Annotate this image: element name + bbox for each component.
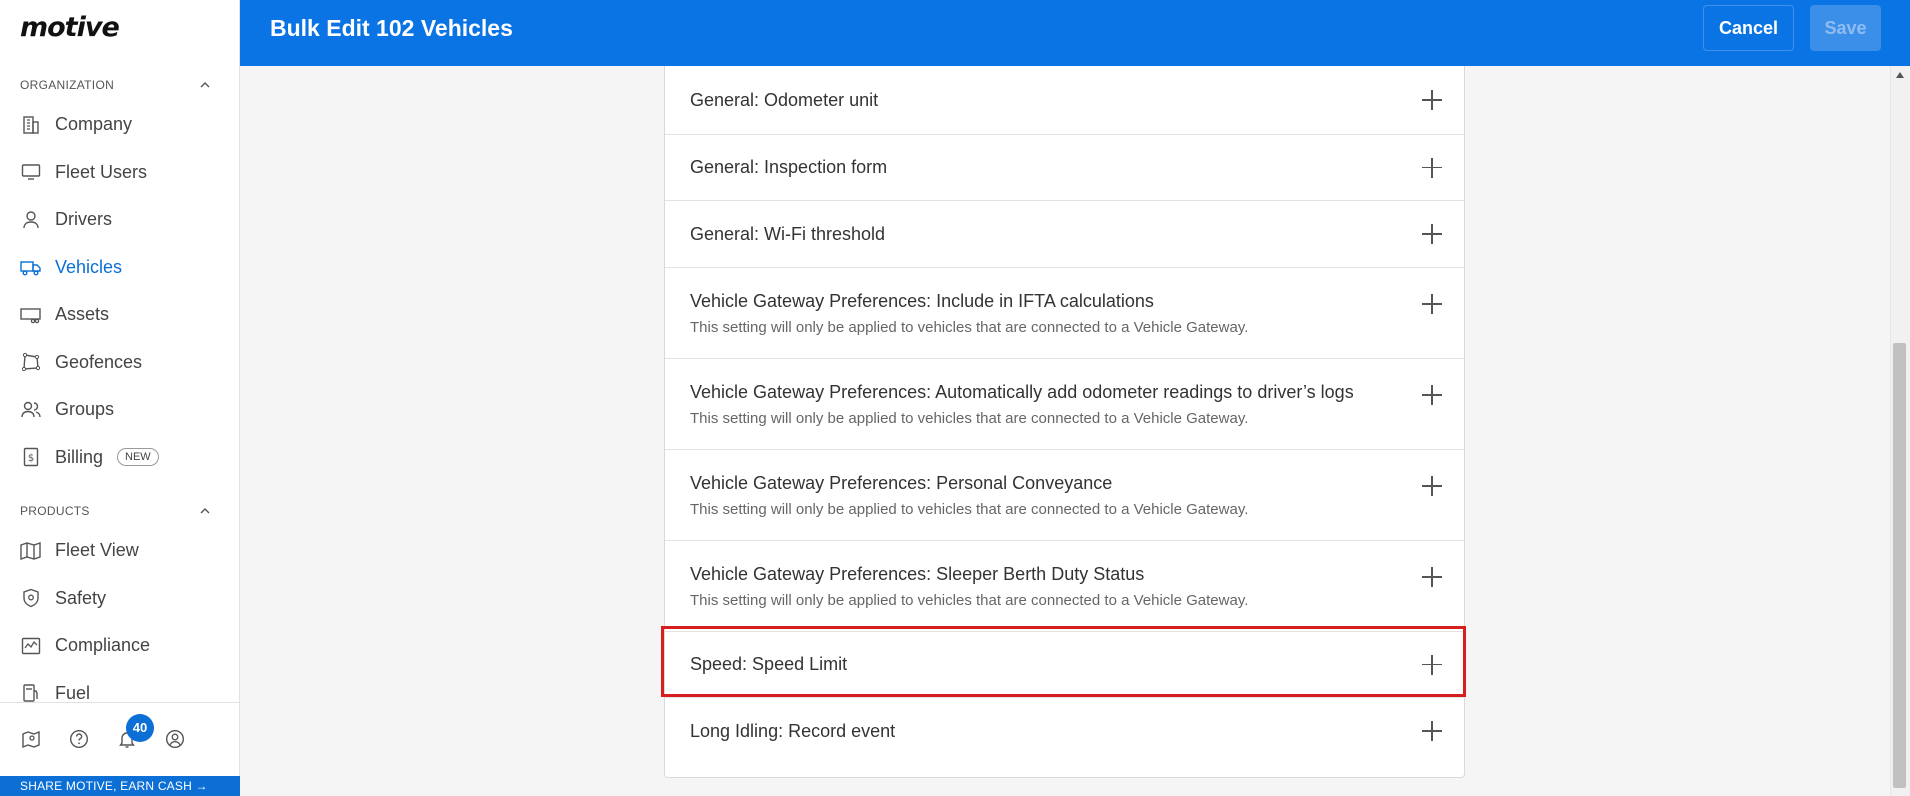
fuel-icon <box>20 682 42 702</box>
expand-plus-icon[interactable] <box>1422 90 1442 110</box>
setting-title: Vehicle Gateway Preferences: Personal Co… <box>690 472 1113 493</box>
setting-subtitle: This setting will only be applied to veh… <box>690 409 1249 427</box>
sidebar-item-geofences[interactable]: Geofences <box>0 339 240 387</box>
setting-row-odometer-unit[interactable]: General: Odometer unit <box>665 66 1464 135</box>
sidebar-item-label: Safety <box>55 587 107 608</box>
shield-icon <box>20 587 42 609</box>
sidebar-item-drivers[interactable]: Drivers <box>0 196 240 244</box>
expand-plus-icon[interactable] <box>1422 721 1442 741</box>
sidebar-item-label: Assets <box>55 304 110 325</box>
setting-title: Vehicle Gateway Preferences: Include in … <box>690 290 1154 311</box>
notification-count-badge: 40 <box>126 713 154 742</box>
sidebar-item-label: Drivers <box>55 209 112 230</box>
sidebar-item-compliance[interactable]: Compliance <box>0 622 240 670</box>
map-pin-icon[interactable] <box>20 728 42 750</box>
setting-row-ifta[interactable]: Vehicle Gateway Preferences: Include in … <box>665 268 1464 359</box>
users-icon <box>20 399 42 421</box>
sidebar-item-label: Compliance <box>55 635 151 656</box>
sidebar-item-label: Groups <box>55 399 115 420</box>
sidebar-footer: 40 <box>0 702 240 774</box>
user-icon <box>20 209 42 231</box>
sidebar-item-label: Vehicles <box>55 256 123 277</box>
sidebar-item-fuel[interactable]: Fuel <box>0 670 240 702</box>
chevron-up-icon <box>200 508 210 514</box>
bill-icon: $ <box>20 446 42 468</box>
setting-row-sleeper-berth[interactable]: Vehicle Gateway Preferences: Sleeper Ber… <box>665 541 1464 632</box>
new-badge: NEW <box>117 448 159 467</box>
svg-text:$: $ <box>28 453 34 464</box>
sidebar-item-label: Fleet View <box>55 540 139 561</box>
sidebar-item-vehicles[interactable]: Vehicles <box>0 244 240 292</box>
expand-plus-icon[interactable] <box>1422 476 1442 496</box>
sidebar-item-billing[interactable]: $ Billing NEW <box>0 434 240 482</box>
cancel-button[interactable]: Cancel <box>1703 5 1794 51</box>
organization-section-header[interactable]: ORGANIZATION <box>20 78 210 92</box>
setting-title: General: Wi-Fi threshold <box>690 223 886 244</box>
setting-row-odometer-readings[interactable]: Vehicle Gateway Preferences: Automatical… <box>665 359 1464 450</box>
sidebar-item-label: Billing <box>55 446 104 467</box>
sidebar-item-fleet-view[interactable]: Fleet View <box>0 527 240 575</box>
sidebar-item-groups[interactable]: Groups <box>0 386 240 434</box>
setting-subtitle: This setting will only be applied to veh… <box>690 500 1249 518</box>
help-icon[interactable] <box>68 728 90 750</box>
expand-plus-icon[interactable] <box>1422 294 1442 314</box>
setting-title: General: Inspection form <box>690 157 888 177</box>
sidebar-item-label: Geofences <box>55 351 143 372</box>
products-nav: Fleet View Safety Compliance Fuel <box>0 527 240 702</box>
setting-title: General: Odometer unit <box>690 89 879 110</box>
sidebar-item-label: Fleet Users <box>55 161 148 182</box>
sidebar-item-fleet-users[interactable]: Fleet Users <box>0 149 240 197</box>
bell-icon[interactable]: 40 <box>116 713 154 750</box>
setting-title: Long Idling: Record event <box>690 720 896 741</box>
expand-plus-icon[interactable] <box>1422 654 1442 675</box>
building-icon <box>20 114 42 136</box>
sidebar-item-label: Fuel <box>55 682 91 702</box>
setting-row-inspection-form[interactable]: General: Inspection form <box>665 135 1464 201</box>
chart-icon <box>20 635 42 657</box>
setting-row-wifi-threshold[interactable]: General: Wi-Fi threshold <box>665 201 1464 268</box>
expand-plus-icon[interactable] <box>1422 157 1442 178</box>
setting-row-long-idling[interactable]: Long Idling: Record event <box>665 698 1464 764</box>
sidebar-item-assets[interactable]: Assets <box>0 291 240 339</box>
truck-icon <box>20 256 42 278</box>
save-button[interactable]: Save <box>1810 5 1881 51</box>
account-icon[interactable] <box>164 728 186 750</box>
expand-plus-icon[interactable] <box>1422 385 1442 405</box>
setting-subtitle: This setting will only be applied to veh… <box>690 591 1249 609</box>
sidebar-item-safety[interactable]: Safety <box>0 575 240 623</box>
share-motive-banner[interactable]: SHARE MOTIVE, EARN CASH → <box>0 776 240 796</box>
expand-plus-icon[interactable] <box>1422 224 1442 244</box>
setting-row-personal-conveyance[interactable]: Vehicle Gateway Preferences: Personal Co… <box>665 450 1464 541</box>
trailer-icon <box>20 304 42 326</box>
monitor-icon <box>20 161 42 183</box>
bulk-edit-settings-panel: General: Odometer unit General: Inspecti… <box>664 66 1465 778</box>
setting-subtitle: This setting will only be applied to veh… <box>690 318 1249 336</box>
sidebar-item-company[interactable]: Company <box>0 101 240 149</box>
scrollbar-thumb[interactable] <box>1893 343 1906 788</box>
page-header: Bulk Edit 102 Vehicles <box>240 0 1910 66</box>
products-section-header[interactable]: PRODUCTS <box>20 504 210 518</box>
geofence-icon <box>20 351 42 373</box>
setting-title: Vehicle Gateway Preferences: Automatical… <box>690 381 1354 402</box>
motive-logo[interactable]: motive <box>20 12 120 43</box>
setting-title: Vehicle Gateway Preferences: Sleeper Ber… <box>690 563 1145 584</box>
chevron-up-icon <box>200 82 210 88</box>
sidebar: motive ORGANIZATION Company Fleet Users … <box>0 0 240 796</box>
expand-plus-icon[interactable] <box>1422 567 1442 587</box>
map-icon <box>20 540 42 562</box>
scroll-up-arrow-icon[interactable] <box>1896 72 1904 78</box>
sidebar-item-label: Company <box>55 114 133 135</box>
setting-row-speed-limit[interactable]: Speed: Speed Limit <box>665 632 1464 698</box>
setting-title: Speed: Speed Limit <box>690 654 848 674</box>
organization-nav: Company Fleet Users Drivers Vehicles Ass… <box>0 101 240 481</box>
page-title: Bulk Edit 102 Vehicles <box>270 15 513 41</box>
